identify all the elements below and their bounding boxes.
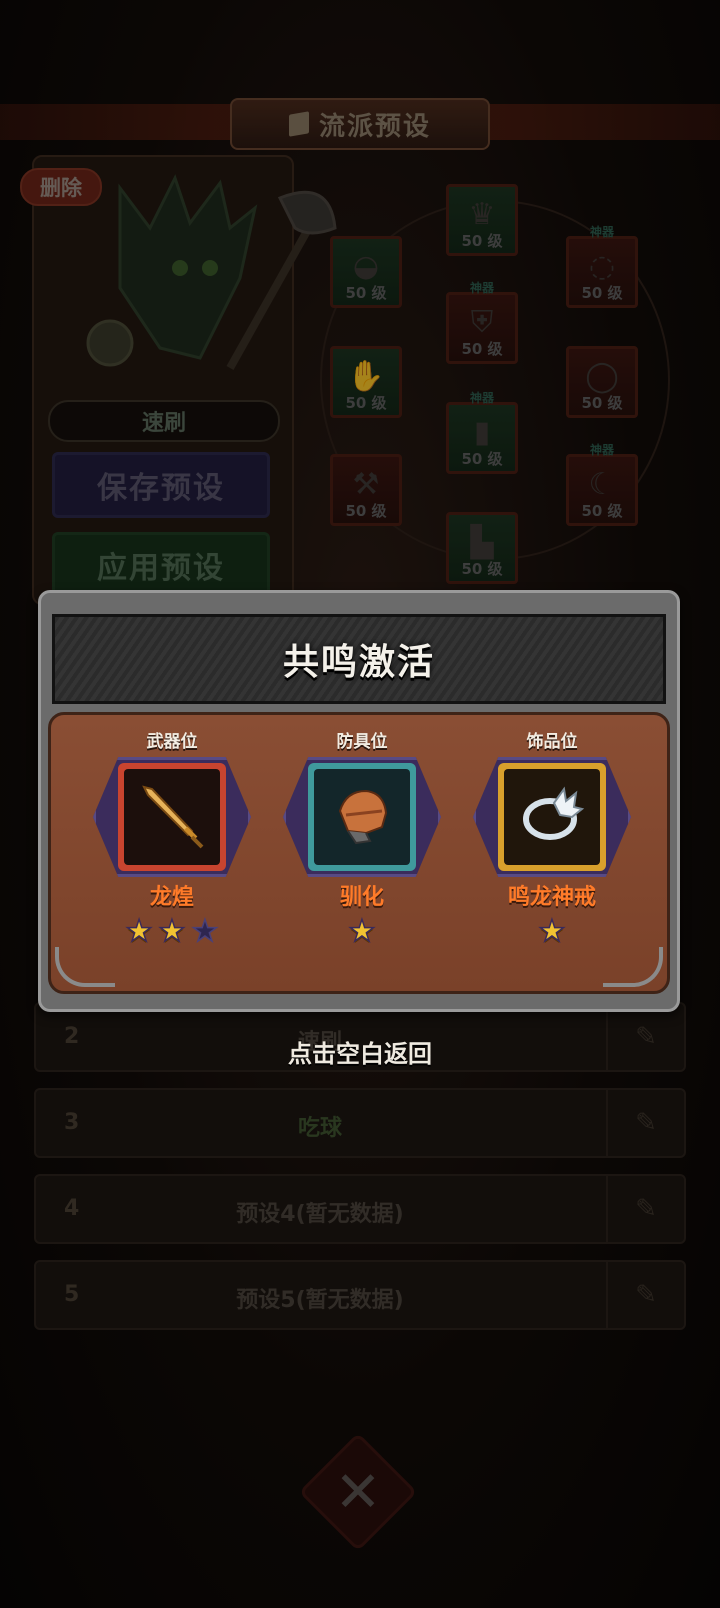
resonance-modal: 共鸣激活 武器位 龙煌 ★ ★ ★ 防具位 驯化 ★ 饰品位 鸣龙神戒 ★ (38, 590, 680, 1012)
armor-icon (338, 789, 388, 845)
star-empty-icon: ★ (191, 914, 219, 949)
dragon-ring-icon (523, 786, 585, 840)
item-name: 鸣龙神戒 (507, 885, 596, 910)
corner-ornament (603, 947, 663, 987)
item-medal (282, 755, 442, 879)
star-rating: ★ (467, 914, 637, 949)
star-filled-icon: ★ (348, 914, 376, 949)
accessory-slot-card[interactable]: 饰品位 鸣龙神戒 ★ (467, 727, 637, 977)
slot-position-label: 防具位 (336, 732, 388, 752)
star-rating: ★ ★ ★ (87, 914, 257, 949)
star-filled-icon: ★ (125, 914, 153, 949)
item-medal (92, 755, 252, 879)
item-name: 驯化 (339, 885, 384, 910)
tap-to-return-hint: 点击空白返回 (288, 1040, 432, 1068)
weapon-slot-card[interactable]: 武器位 龙煌 ★ ★ ★ (87, 727, 257, 977)
sword-icon (142, 785, 204, 849)
item-name: 龙煌 (149, 885, 194, 910)
item-medal (472, 755, 632, 879)
corner-ornament (55, 947, 115, 987)
star-filled-icon: ★ (538, 914, 566, 949)
modal-title: 共鸣激活 (282, 642, 435, 683)
modal-body: 武器位 龙煌 ★ ★ ★ 防具位 驯化 ★ 饰品位 鸣龙神戒 ★ (48, 712, 670, 994)
slot-position-label: 武器位 (146, 732, 198, 752)
slot-position-label: 饰品位 (526, 732, 578, 752)
modal-header: 共鸣激活 (52, 614, 666, 704)
star-rating: ★ (277, 914, 447, 949)
armor-slot-card[interactable]: 防具位 驯化 ★ (277, 727, 447, 977)
star-filled-icon: ★ (158, 914, 186, 949)
